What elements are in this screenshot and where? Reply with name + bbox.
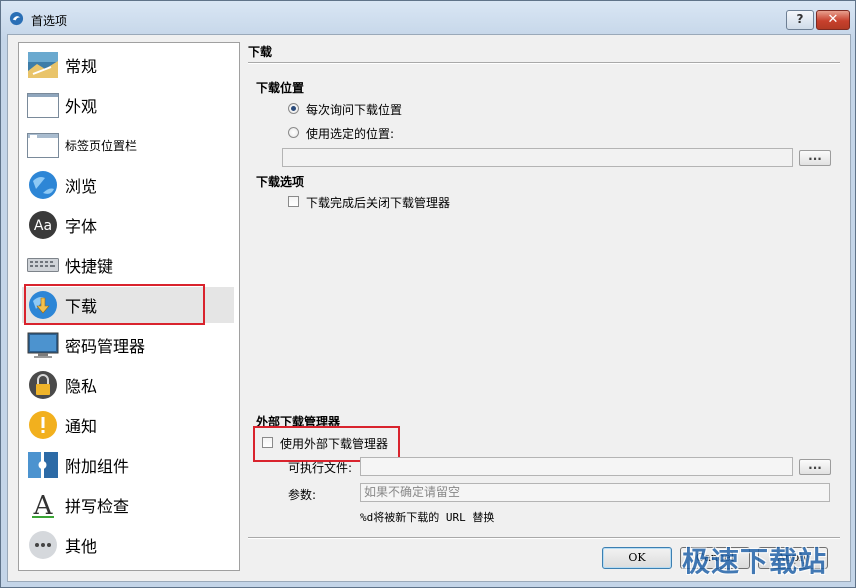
ok-button[interactable]: OK (602, 547, 672, 569)
download-path-field[interactable] (282, 148, 793, 167)
use-selected-location-radio[interactable] (288, 127, 299, 138)
sidebar-item-password-manager[interactable]: 密码管理器 (22, 327, 234, 363)
font-aa-icon: Aa (29, 211, 57, 239)
more-dots-icon (29, 531, 57, 559)
close-button[interactable]: ✕ (816, 10, 850, 30)
sidebar-item-spellcheck[interactable]: A 拼写检查 (22, 487, 234, 523)
executable-field[interactable] (360, 457, 793, 476)
sidebar-item-font[interactable]: Aa 字体 (22, 207, 234, 243)
title-bar[interactable]: 首选项 ? ✕ (1, 1, 855, 35)
window-title: 首选项 (31, 14, 68, 28)
selected-item-highlight-box (24, 284, 205, 325)
sidebar-item-label: 隐私 (65, 377, 98, 396)
app-logo-icon (9, 11, 24, 26)
executable-browse-button[interactable]: ... (799, 459, 831, 475)
sidebar-item-label: 附加组件 (65, 457, 130, 476)
sidebar-item-label: 外观 (65, 97, 98, 116)
sidebar-item-label: 密码管理器 (65, 337, 146, 356)
buttons-divider (248, 537, 840, 539)
tab-bar-icon (27, 133, 59, 158)
sidebar-item-label: 拼写检查 (65, 497, 130, 516)
sidebar-item-appearance[interactable]: 外观 (22, 87, 234, 123)
params-field[interactable]: 如果不确定请留空 (360, 483, 830, 502)
sidebar-item-other[interactable]: 其他 (22, 527, 234, 563)
notification-exclamation-icon (29, 411, 57, 439)
use-selected-location-label[interactable]: 使用选定的位置: (306, 125, 394, 142)
spellcheck-a-icon: A (32, 491, 54, 521)
globe-browse-icon (29, 171, 57, 199)
download-location-heading: 下载位置 (256, 81, 305, 95)
ask-each-time-label[interactable]: 每次询问下载位置 (306, 101, 402, 118)
dialog-body: 常规 外观 标签页位置栏 浏览 Aa 字体 快捷键 下载 密码管理器 隐私 通知… (7, 34, 851, 582)
sidebar-item-label: 快捷键 (65, 257, 114, 276)
params-hint: %d将被新下载的 URL 替换 (360, 511, 495, 524)
svg-text:Aa: Aa (34, 218, 52, 234)
executable-label: 可执行文件: (288, 461, 353, 475)
sidebar-item-label: 常规 (65, 57, 98, 76)
sidebar-item-browse[interactable]: 浏览 (22, 167, 234, 203)
preferences-window: 首选项 ? ✕ 常规 外观 标签页位置栏 浏览 Aa 字体 快捷键 下载 密码管… (0, 0, 856, 588)
sidebar-item-label: 字体 (65, 217, 98, 236)
sidebar-item-label: 其他 (65, 537, 98, 556)
monitor-password-icon (27, 332, 59, 358)
sidebar-item-notifications[interactable]: 通知 (22, 407, 234, 443)
help-button[interactable]: ? (786, 10, 814, 30)
keyboard-icon (27, 258, 59, 272)
ask-each-time-radio[interactable] (288, 103, 299, 114)
privacy-lock-icon (29, 371, 57, 399)
params-label: 参数: (288, 488, 317, 502)
addon-puzzle-icon (28, 452, 58, 478)
sidebar-item-shortcuts[interactable]: 快捷键 (22, 247, 234, 283)
sidebar-item-general[interactable]: 常规 (22, 47, 234, 83)
sidebar-item-privacy[interactable]: 隐私 (22, 367, 234, 403)
site-watermark: 极速下载站 (682, 545, 828, 578)
sidebar-item-label: 浏览 (65, 177, 98, 196)
appearance-window-icon (27, 93, 59, 118)
download-options-heading: 下载选项 (256, 175, 305, 189)
sidebar-item-label: 通知 (65, 417, 98, 436)
download-settings-panel: 下载 下载位置 每次询问下载位置 使用选定的位置: ... 下载选项 下载完成后… (246, 35, 846, 581)
preferences-sidebar: 常规 外观 标签页位置栏 浏览 Aa 字体 快捷键 下载 密码管理器 隐私 通知… (18, 42, 240, 571)
sidebar-item-label: 标签页位置栏 (65, 138, 138, 153)
sidebar-item-addons[interactable]: 附加组件 (22, 447, 234, 483)
general-settings-icon (28, 52, 58, 78)
close-manager-checkbox[interactable] (288, 196, 299, 207)
title-divider (248, 62, 840, 64)
sidebar-item-tab-bar[interactable]: 标签页位置栏 (22, 127, 234, 163)
close-manager-label[interactable]: 下载完成后关闭下载管理器 (306, 194, 450, 211)
download-path-browse-button[interactable]: ... (799, 150, 831, 166)
page-title: 下载 (248, 45, 273, 59)
